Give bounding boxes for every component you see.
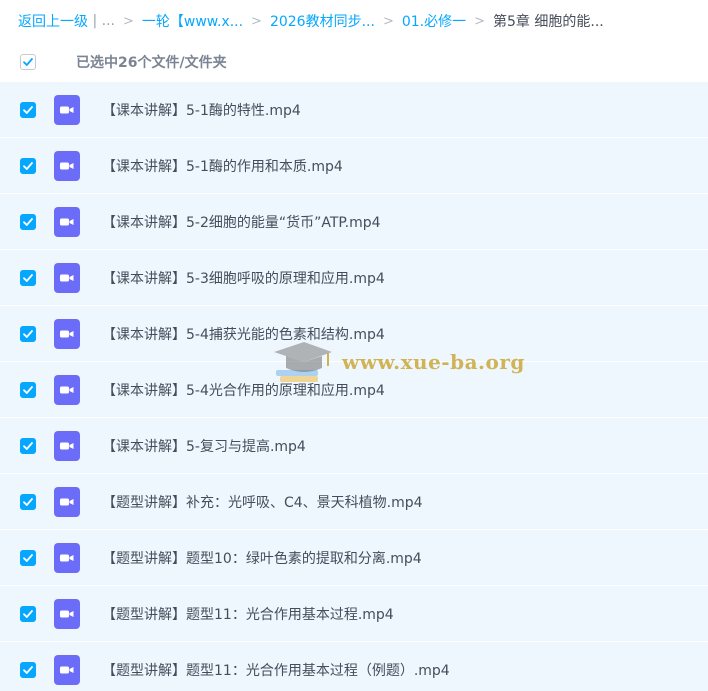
- select-all-checkbox[interactable]: [20, 54, 36, 70]
- breadcrumb-current: 第5章 细胞的能...: [493, 14, 604, 30]
- checkmark-icon: [23, 441, 33, 450]
- file-name[interactable]: 【题型讲解】题型11：光合作用基本过程（例题）.mp4: [102, 660, 450, 680]
- file-name[interactable]: 【课本讲解】5-1酶的特性.mp4: [102, 100, 301, 120]
- file-name[interactable]: 【题型讲解】题型11：光合作用基本过程.mp4: [102, 604, 394, 624]
- breadcrumb-chevron-icon: >: [122, 13, 134, 29]
- back-link[interactable]: 返回上一级: [18, 11, 88, 31]
- file-checkbox[interactable]: [20, 213, 36, 230]
- checkmark-icon: [23, 217, 33, 226]
- file-checkbox[interactable]: [20, 269, 36, 286]
- file-name[interactable]: 【课本讲解】5-4捕获光能的色素和结构.mp4: [102, 324, 385, 344]
- file-name[interactable]: 【课本讲解】5-3细胞呼吸的原理和应用.mp4: [102, 268, 385, 288]
- file-row[interactable]: 【题型讲解】题型10：绿叶色素的提取和分离.mp4: [0, 530, 708, 586]
- video-file-icon: [54, 94, 80, 125]
- breadcrumb-ellipsis[interactable]: ...: [102, 13, 115, 29]
- file-name[interactable]: 【课本讲解】5-4光合作用的原理和应用.mp4: [102, 380, 385, 400]
- breadcrumb-chevron-icon: >: [474, 13, 486, 29]
- file-checkbox[interactable]: [20, 661, 36, 678]
- video-file-icon: [54, 486, 80, 517]
- breadcrumb-item[interactable]: 2026教材同步...: [270, 11, 375, 31]
- file-row[interactable]: 【课本讲解】5-4光合作用的原理和应用.mp4: [0, 362, 708, 418]
- video-file-icon: [54, 542, 80, 573]
- checkmark-icon: [23, 385, 33, 394]
- breadcrumb-item[interactable]: 01.必修一: [402, 11, 466, 31]
- breadcrumb-item[interactable]: 一轮【www.x...: [142, 11, 243, 31]
- file-checkbox[interactable]: [20, 325, 36, 342]
- file-checkbox[interactable]: [20, 101, 36, 118]
- file-name[interactable]: 【题型讲解】题型10：绿叶色素的提取和分离.mp4: [102, 548, 422, 568]
- file-row[interactable]: 【课本讲解】5-1酶的作用和本质.mp4: [0, 138, 708, 194]
- breadcrumb: 返回上一级 | ... > 一轮【www.x... > 2026教材同步... …: [18, 0, 604, 42]
- video-file-icon: [54, 654, 80, 685]
- breadcrumb-divider: |: [88, 13, 102, 29]
- file-checkbox[interactable]: [20, 381, 36, 398]
- video-file-icon: [54, 262, 80, 293]
- checkmark-icon: [23, 665, 33, 674]
- checkmark-icon: [23, 105, 33, 114]
- file-checkbox[interactable]: [20, 493, 36, 510]
- file-name[interactable]: 【课本讲解】5-1酶的作用和本质.mp4: [102, 156, 343, 176]
- video-file-icon: [54, 150, 80, 181]
- checkmark-icon: [23, 329, 33, 338]
- video-file-icon: [54, 598, 80, 629]
- file-name[interactable]: 【题型讲解】补充：光呼吸、C4、景天科植物.mp4: [102, 492, 423, 512]
- file-row[interactable]: 【课本讲解】5-复习与提高.mp4: [0, 418, 708, 474]
- breadcrumb-chevron-icon: >: [382, 13, 394, 29]
- video-file-icon: [54, 206, 80, 237]
- file-row[interactable]: 【课本讲解】5-1酶的特性.mp4: [0, 82, 708, 138]
- file-row[interactable]: 【题型讲解】题型11：光合作用基本过程（例题）.mp4: [0, 642, 708, 691]
- file-row[interactable]: 【题型讲解】题型11：光合作用基本过程.mp4: [0, 586, 708, 642]
- checkmark-icon: [23, 161, 33, 170]
- file-browser: 返回上一级 | ... > 一轮【www.x... > 2026教材同步... …: [0, 0, 708, 691]
- video-file-icon: [54, 318, 80, 349]
- checkmark-icon: [23, 609, 33, 618]
- selection-header: 已选中26个文件/文件夹: [0, 42, 708, 83]
- file-name[interactable]: 【课本讲解】5-复习与提高.mp4: [102, 436, 306, 456]
- video-file-icon: [54, 430, 80, 461]
- breadcrumb-chevron-icon: >: [251, 13, 262, 29]
- file-checkbox[interactable]: [20, 437, 36, 454]
- file-row[interactable]: 【课本讲解】5-4捕获光能的色素和结构.mp4: [0, 306, 708, 362]
- checkmark-icon: [23, 553, 33, 562]
- checkmark-icon: [23, 58, 33, 66]
- file-row[interactable]: 【课本讲解】5-3细胞呼吸的原理和应用.mp4: [0, 250, 708, 306]
- file-name[interactable]: 【课本讲解】5-2细胞的能量“货币”ATP.mp4: [102, 212, 381, 232]
- video-file-icon: [54, 374, 80, 405]
- selection-count: 已选中26个文件/文件夹: [76, 55, 227, 71]
- file-row[interactable]: 【题型讲解】补充：光呼吸、C4、景天科植物.mp4: [0, 474, 708, 530]
- file-checkbox[interactable]: [20, 549, 36, 566]
- file-row[interactable]: 【课本讲解】5-2细胞的能量“货币”ATP.mp4: [0, 194, 708, 250]
- checkmark-icon: [23, 497, 33, 506]
- file-checkbox[interactable]: [20, 605, 36, 622]
- checkmark-icon: [23, 273, 33, 282]
- file-list: 【课本讲解】5-1酶的特性.mp4 【课本讲解】5-1酶的作用和本质.mp4 【…: [0, 82, 708, 691]
- file-checkbox[interactable]: [20, 157, 36, 174]
